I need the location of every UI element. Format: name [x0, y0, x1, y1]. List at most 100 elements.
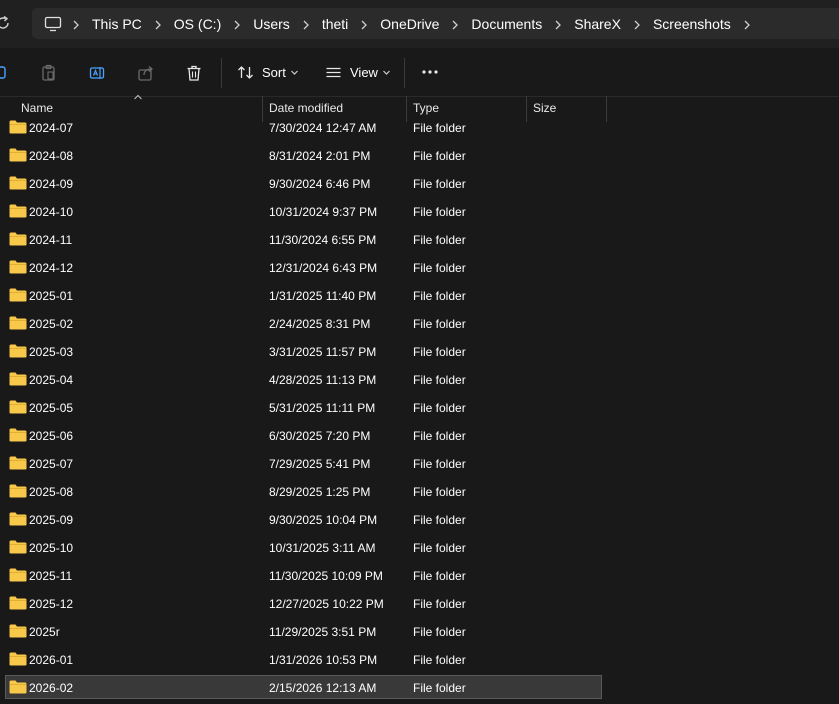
file-row[interactable]: 2024-12 12/31/2024 6:43 PM File folder: [5, 255, 602, 279]
file-date-modified: 3/31/2025 11:57 PM: [269, 345, 377, 359]
file-type: File folder: [413, 121, 466, 135]
file-row[interactable]: 2024-08 8/31/2024 2:01 PM File folder: [5, 143, 602, 167]
file-row[interactable]: 2025-09 9/30/2025 10:04 PM File folder: [5, 507, 602, 531]
file-date-modified: 7/30/2024 12:47 AM: [269, 121, 377, 135]
file-name: 2024-08: [29, 149, 74, 163]
file-date-modified: 6/30/2025 7:20 PM: [269, 429, 371, 443]
file-row[interactable]: 2026-02 2/15/2026 12:13 AM File folder: [5, 675, 602, 699]
rename-icon[interactable]: [89, 64, 107, 82]
file-type: File folder: [413, 289, 466, 303]
file-row[interactable]: 2025-01 1/31/2025 11:40 PM File folder: [5, 283, 602, 307]
chevron-down-icon: [290, 70, 298, 75]
folder-icon: [9, 120, 27, 134]
file-date-modified: 9/30/2024 6:46 PM: [269, 177, 371, 191]
sort-icon: [238, 65, 253, 79]
file-row[interactable]: 2025r 11/29/2025 3:51 PM File folder: [5, 619, 602, 643]
breadcrumb-documents[interactable]: Documents: [469, 16, 544, 32]
file-date-modified: 5/31/2025 11:11 PM: [269, 401, 376, 415]
folder-icon: [9, 288, 27, 302]
view-icon: [326, 67, 341, 77]
delete-icon[interactable]: [185, 64, 203, 82]
file-row[interactable]: 2025-02 2/24/2025 8:31 PM File folder: [5, 311, 602, 335]
file-name: 2024-07: [29, 121, 74, 135]
folder-icon: [9, 652, 27, 666]
file-row[interactable]: 2025-11 11/30/2025 10:09 PM File folder: [5, 563, 602, 587]
chevron-right-icon[interactable]: [441, 16, 469, 31]
copy-icon[interactable]: [0, 64, 10, 82]
folder-icon: [9, 372, 27, 386]
file-date-modified: 4/28/2025 11:13 PM: [269, 373, 377, 387]
file-name: 2024-10: [29, 205, 74, 219]
folder-icon: [9, 260, 27, 274]
file-type: File folder: [413, 485, 466, 499]
file-row[interactable]: 2025-10 10/31/2025 3:11 AM File folder: [5, 535, 602, 559]
column-header-type[interactable]: Type: [413, 101, 439, 115]
breadcrumb[interactable]: This PC OS (C:) Users theti OneDrive Doc…: [32, 8, 839, 39]
column-resize-handle[interactable]: [606, 96, 607, 122]
address-bar-area: This PC OS (C:) Users theti OneDrive Doc…: [0, 0, 839, 48]
file-row[interactable]: 2025-12 12/27/2025 10:22 PM File folder: [5, 591, 602, 615]
breadcrumb-screenshots[interactable]: Screenshots: [651, 16, 733, 32]
column-header-name[interactable]: Name: [21, 101, 53, 115]
column-header-date-modified[interactable]: Date modified: [269, 101, 343, 115]
file-type: File folder: [413, 401, 466, 415]
file-date-modified: 9/30/2025 10:04 PM: [269, 513, 378, 527]
file-type: File folder: [413, 429, 466, 443]
file-row[interactable]: 2025-04 4/28/2025 11:13 PM File folder: [5, 367, 602, 391]
chevron-right-icon[interactable]: [62, 16, 90, 31]
chevron-right-icon[interactable]: [733, 16, 761, 31]
file-date-modified: 8/29/2025 1:25 PM: [269, 485, 371, 499]
paste-icon[interactable]: [40, 64, 58, 82]
toolbar-divider: [404, 58, 405, 88]
breadcrumb-user[interactable]: theti: [320, 16, 350, 32]
file-type: File folder: [413, 205, 466, 219]
chevron-right-icon[interactable]: [292, 16, 320, 31]
folder-icon: [9, 204, 27, 218]
file-row[interactable]: 2024-07 7/30/2024 12:47 AM File folder: [5, 115, 602, 139]
file-row[interactable]: 2025-07 7/29/2025 5:41 PM File folder: [5, 451, 602, 475]
file-row[interactable]: 2025-08 8/29/2025 1:25 PM File folder: [5, 479, 602, 503]
file-name: 2025-10: [29, 541, 74, 555]
file-date-modified: 12/27/2025 10:22 PM: [269, 597, 384, 611]
breadcrumb-onedrive[interactable]: OneDrive: [378, 16, 441, 32]
folder-icon: [9, 596, 27, 610]
sort-button[interactable]: Sort: [237, 61, 299, 83]
file-type: File folder: [413, 569, 466, 583]
file-row[interactable]: 2025-06 6/30/2025 7:20 PM File folder: [5, 423, 602, 447]
view-button[interactable]: View: [325, 61, 391, 83]
chevron-right-icon[interactable]: [544, 16, 572, 31]
file-row[interactable]: 2024-10 10/31/2024 9:37 PM File folder: [5, 199, 602, 223]
file-row[interactable]: 2025-05 5/31/2025 11:11 PM File folder: [5, 395, 602, 419]
breadcrumb-users[interactable]: Users: [251, 16, 292, 32]
file-date-modified: 1/31/2025 11:40 PM: [269, 289, 377, 303]
file-type: File folder: [413, 233, 466, 247]
file-type: File folder: [413, 149, 466, 163]
file-type: File folder: [413, 681, 466, 695]
breadcrumb-this-pc[interactable]: This PC: [90, 16, 144, 32]
refresh-icon[interactable]: [0, 14, 12, 32]
folder-icon: [9, 344, 27, 358]
share-icon[interactable]: [137, 64, 155, 82]
column-header-size[interactable]: Size: [533, 101, 556, 115]
chevron-right-icon[interactable]: [223, 16, 251, 31]
folder-icon: [9, 680, 27, 694]
file-row[interactable]: 2024-09 9/30/2024 6:46 PM File folder: [5, 171, 602, 195]
file-row[interactable]: 2026-01 1/31/2026 10:53 PM File folder: [5, 647, 602, 671]
breadcrumb-sharex[interactable]: ShareX: [572, 16, 623, 32]
chevron-right-icon[interactable]: [144, 16, 172, 31]
file-row[interactable]: 2025-03 3/31/2025 11:57 PM File folder: [5, 339, 602, 363]
more-options-icon[interactable]: [420, 62, 440, 82]
chevron-right-icon[interactable]: [350, 16, 378, 31]
folder-icon: [9, 456, 27, 470]
folder-icon: [9, 512, 27, 526]
file-date-modified: 1/31/2026 10:53 PM: [269, 653, 378, 667]
file-type: File folder: [413, 625, 466, 639]
file-name: 2025-02: [29, 317, 74, 331]
file-name: 2025-12: [29, 597, 74, 611]
chevron-down-icon: [383, 70, 390, 75]
file-row[interactable]: 2024-11 11/30/2024 6:55 PM File folder: [5, 227, 602, 251]
file-name: 2025-03: [29, 345, 74, 359]
breadcrumb-os-c[interactable]: OS (C:): [172, 16, 223, 32]
this-pc-icon[interactable]: [44, 15, 62, 33]
chevron-right-icon[interactable]: [623, 16, 651, 31]
